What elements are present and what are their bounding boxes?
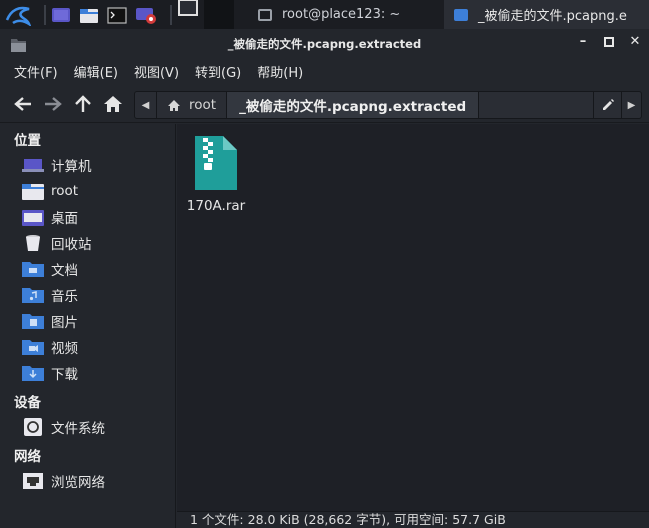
taskbar: root@place123: ~ _被偷走的文件.pcapng.e [0, 0, 649, 29]
sidebar-item-label: 桌面 [51, 211, 78, 227]
drive-icon [22, 418, 44, 436]
location-bar: ◀ root _被偷走的文件.pcapng.extracted ▶ [134, 91, 642, 119]
show-desktop-icon[interactable] [50, 4, 72, 26]
file-manager-window: _被偷走的文件.pcapng.extracted – ✕ 文件(F) 编辑(E)… [0, 29, 649, 528]
menu-go[interactable]: 转到(G) [187, 62, 249, 81]
sidebar-item-label: 浏览网络 [51, 475, 105, 491]
sidebar-item-computer[interactable]: 计算机 [0, 152, 175, 178]
network-icon [22, 472, 44, 490]
back-button[interactable] [10, 91, 36, 117]
up-arrow-icon [75, 94, 91, 112]
sidebar-item-documents[interactable]: 文档 [0, 256, 175, 282]
desktop-folder-icon [22, 208, 44, 226]
window-controls: – ✕ [577, 35, 641, 49]
archive-icon [195, 136, 237, 190]
sidebar-item-label: 音乐 [51, 289, 78, 305]
folder-task-icon [454, 8, 468, 21]
network-section-title: 网络 [14, 449, 41, 465]
sidebar-item-label: 视频 [51, 341, 78, 357]
sidebar-item-label: 回收站 [51, 237, 92, 253]
menu-edit[interactable]: 编辑(E) [66, 62, 126, 81]
sidebar-item-browse-network[interactable]: 浏览网络 [0, 468, 175, 494]
path-empty-area[interactable] [479, 92, 593, 118]
status-bar: 1 个文件: 28.0 KiB (28,662 字节), 可用空间: 57.7 … [177, 511, 649, 528]
file-manager-launcher-icon[interactable] [78, 4, 100, 26]
home-button[interactable] [100, 91, 126, 117]
sidebar-item-pictures[interactable]: 图片 [0, 308, 175, 334]
title-bar[interactable]: _被偷走的文件.pcapng.extracted – ✕ [0, 29, 649, 58]
menu-help[interactable]: 帮助(H) [249, 62, 311, 81]
videos-folder-icon [22, 338, 44, 356]
music-folder-icon [22, 286, 44, 304]
task-file-manager[interactable]: _被偷走的文件.pcapng.e [444, 0, 649, 29]
crumb-root[interactable]: root [157, 92, 228, 118]
sidebar-item-music[interactable]: 音乐 [0, 282, 175, 308]
file-item[interactable]: 170A.rar [181, 134, 251, 214]
pictures-folder-icon [22, 312, 44, 330]
terminal-task-icon [258, 8, 272, 21]
pencil-icon [602, 99, 614, 110]
sidebar-item-videos[interactable]: 视频 [0, 334, 175, 360]
taskbar-separator [170, 4, 172, 25]
menu-bar: 文件(F) 编辑(E) 视图(V) 转到(G) 帮助(H) [0, 58, 649, 85]
menu-file[interactable]: 文件(F) [6, 62, 66, 81]
up-button[interactable] [70, 91, 96, 117]
documents-folder-icon [22, 260, 44, 278]
kali-menu-icon[interactable] [2, 4, 34, 26]
sidebar: 位置 计算机 root 桌面 回收站 文档 音乐 图片 视频 下载 设备 文件系… [0, 124, 176, 528]
computer-icon [22, 156, 44, 174]
back-arrow-icon [14, 96, 31, 111]
downloads-folder-icon [22, 364, 44, 382]
sidebar-item-label: 图片 [51, 315, 78, 331]
minimize-button[interactable]: – [577, 35, 589, 49]
taskbar-separator [44, 4, 46, 25]
crumb-current-label: _被偷走的文件.pcapng.extracted [239, 99, 467, 115]
home-crumb-icon [168, 99, 180, 111]
sidebar-item-root[interactable]: root [0, 178, 175, 204]
crumb-root-label: root [189, 97, 217, 113]
places-section-title: 位置 [14, 133, 41, 149]
sidebar-item-trash[interactable]: 回收站 [0, 230, 175, 256]
workspace-2[interactable] [204, 0, 234, 29]
maximize-button[interactable] [603, 35, 615, 49]
devices-section-title: 设备 [14, 395, 41, 411]
file-name: 170A.rar [186, 198, 246, 214]
menu-view[interactable]: 视图(V) [126, 62, 187, 81]
sidebar-item-downloads[interactable]: 下载 [0, 360, 175, 386]
home-folder-icon [22, 182, 44, 200]
close-button[interactable]: ✕ [629, 35, 641, 49]
screen-recorder-icon[interactable] [134, 4, 158, 26]
task-file-manager-label: _被偷走的文件.pcapng.e [478, 9, 627, 24]
trash-icon [22, 234, 44, 252]
home-icon [104, 95, 122, 112]
sidebar-item-filesystem[interactable]: 文件系统 [0, 414, 175, 440]
path-scroll-left[interactable]: ◀ [135, 92, 157, 118]
sidebar-item-desktop[interactable]: 桌面 [0, 204, 175, 230]
window-title: _被偷走的文件.pcapng.extracted [227, 36, 422, 51]
sidebar-item-label: 下载 [51, 367, 78, 383]
crumb-current[interactable]: _被偷走的文件.pcapng.extracted [227, 92, 480, 118]
sidebar-item-label: 文件系统 [51, 421, 105, 437]
path-scroll-right[interactable]: ▶ [621, 92, 641, 118]
sidebar-item-label: 计算机 [51, 159, 92, 175]
workspace-switcher[interactable] [178, 0, 204, 29]
forward-arrow-icon [45, 96, 62, 111]
task-terminal[interactable]: root@place123: ~ [248, 0, 444, 29]
forward-button[interactable] [40, 91, 66, 117]
task-terminal-label: root@place123: ~ [282, 7, 401, 22]
edit-location-button[interactable] [593, 92, 621, 118]
workspace-1[interactable] [178, 0, 198, 16]
folder-window-icon [11, 39, 26, 52]
file-view[interactable]: 170A.rar [177, 124, 649, 528]
sidebar-item-label: 文档 [51, 263, 78, 279]
sidebar-item-label: root [51, 183, 79, 199]
status-text: 1 个文件: 28.0 KiB (28,662 字节), 可用空间: 57.7 … [190, 512, 506, 527]
maximize-icon [604, 37, 614, 47]
terminal-launcher-icon[interactable] [106, 4, 128, 26]
